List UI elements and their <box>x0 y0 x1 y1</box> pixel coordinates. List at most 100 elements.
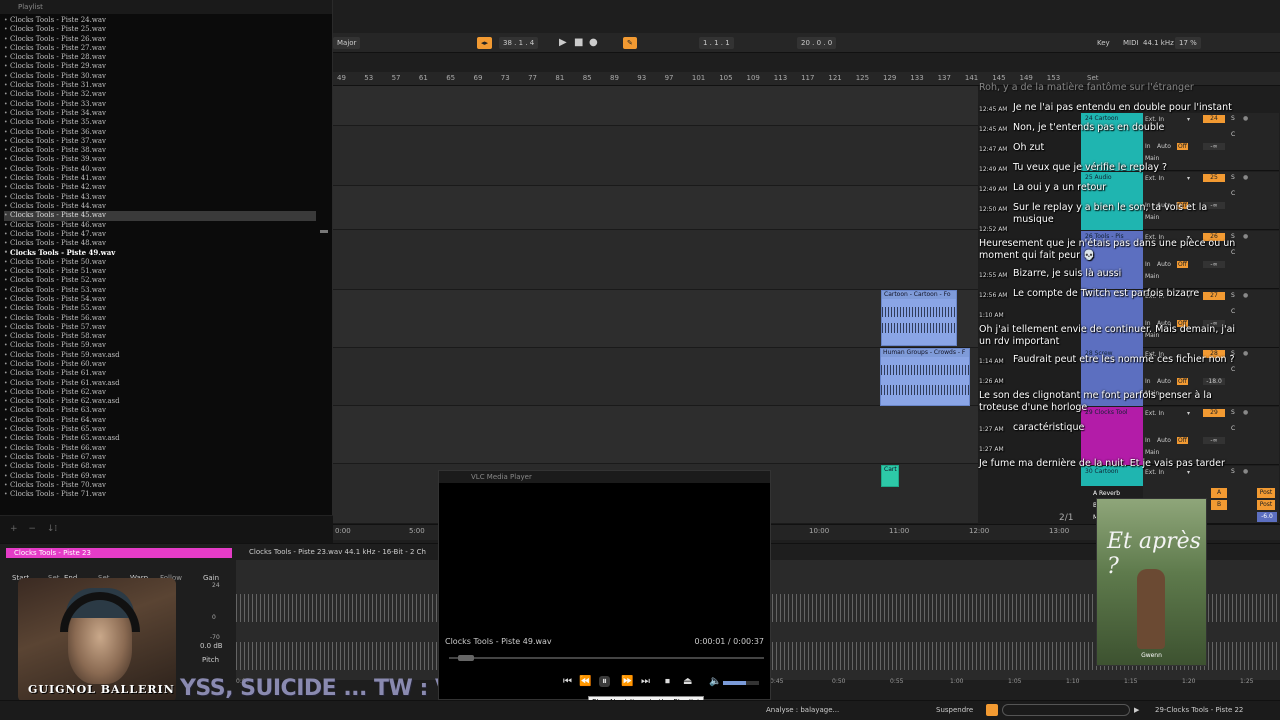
stop-icon[interactable]: ⏹ <box>665 676 670 687</box>
midi-map-button[interactable]: MIDI <box>1123 37 1139 49</box>
playlist-item[interactable]: Clocks Tools - Piste 59.wav.asd <box>4 351 316 361</box>
rewind-icon[interactable]: ⏪ <box>579 676 591 687</box>
gain-value[interactable]: 0.0 dB <box>200 642 223 650</box>
playlist-item[interactable]: Clocks Tools - Piste 61.wav.asd <box>4 379 316 389</box>
arm-icon[interactable]: ● <box>1243 115 1248 122</box>
playlist-item[interactable]: Clocks Tools - Piste 40.wav <box>4 165 316 175</box>
playlist-item[interactable]: Clocks Tools - Piste 70.wav <box>4 481 316 491</box>
stop-icon[interactable]: ■ <box>574 37 583 49</box>
track-lane[interactable] <box>333 230 978 290</box>
playlist-item[interactable]: Clocks Tools - Piste 64.wav <box>4 416 316 426</box>
input-type-select[interactable]: Ext. In <box>1145 175 1164 182</box>
loop-start-display[interactable]: 1 . 1 . 1 <box>699 37 734 49</box>
monitor-in-button[interactable]: In <box>1145 378 1151 385</box>
scale-select[interactable]: Major <box>333 37 361 49</box>
playlist-item[interactable]: Clocks Tools - Piste 48.wav <box>4 239 316 249</box>
playlist-item[interactable]: Clocks Tools - Piste 30.wav <box>4 72 316 82</box>
playlist-item[interactable]: Clocks Tools - Piste 47.wav <box>4 230 316 240</box>
monitor-auto-button[interactable]: Auto <box>1157 437 1171 444</box>
track-lane[interactable] <box>333 406 978 464</box>
playlist-item[interactable]: Clocks Tools - Piste 33.wav <box>4 100 316 110</box>
playlist-item[interactable]: Clocks Tools - Piste 62.wav.asd <box>4 397 316 407</box>
playlist-item[interactable]: Clocks Tools - Piste 26.wav <box>4 35 316 45</box>
playlist-item[interactable]: Clocks Tools - Piste 52.wav <box>4 276 316 286</box>
playlist-item[interactable]: Clocks Tools - Piste 57.wav <box>4 323 316 333</box>
automation-arm-icon[interactable]: ✎ <box>623 37 637 49</box>
clip-name[interactable]: Clocks Tools - Piste 23 <box>6 548 232 558</box>
playlist-item[interactable]: Clocks Tools - Piste 65.wav.asd <box>4 434 316 444</box>
monitor-off-button[interactable]: Off <box>1177 261 1188 268</box>
volume-value[interactable]: -∞ <box>1203 261 1225 268</box>
remove-icon[interactable]: − <box>28 524 36 534</box>
playlist-item[interactable]: Clocks Tools - Piste 44.wav <box>4 202 316 212</box>
playlist-item[interactable]: Clocks Tools - Piste 49.wav <box>4 248 316 258</box>
playlist-item[interactable]: Clocks Tools - Piste 35.wav <box>4 118 316 128</box>
playlist-item[interactable]: Clocks Tools - Piste 58.wav <box>4 332 316 342</box>
seek-bar[interactable] <box>449 655 764 661</box>
audio-clip[interactable]: Cartoon - Cartoon - Fo <box>881 290 957 346</box>
next-icon[interactable]: ⏭ <box>641 676 650 687</box>
metronome-icon[interactable]: ◂▸ <box>477 37 493 49</box>
monitor-in-button[interactable]: In <box>1145 261 1151 268</box>
track-color-block[interactable]: 29 Clocks Tool <box>1081 407 1143 465</box>
playlist-item[interactable]: Clocks Tools - Piste 29.wav <box>4 62 316 72</box>
playlist-item[interactable]: Clocks Tools - Piste 62.wav <box>4 388 316 398</box>
playlist-item[interactable]: Clocks Tools - Piste 31.wav <box>4 81 316 91</box>
playlist-item[interactable]: Clocks Tools - Piste 41.wav <box>4 174 316 184</box>
position-display[interactable]: 38 . 1 . 4 <box>499 37 539 49</box>
main-volume[interactable]: -6.0 <box>1257 512 1277 522</box>
playlist-item[interactable]: Clocks Tools - Piste 63.wav <box>4 406 316 416</box>
input-type-select[interactable]: Ext. In <box>1145 469 1164 476</box>
suspend-button[interactable]: Suspendre <box>936 706 973 714</box>
playlist-item[interactable]: Clocks Tools - Piste 59.wav <box>4 341 316 351</box>
volume-value[interactable]: -∞ <box>1203 437 1225 444</box>
playlist-item[interactable]: Clocks Tools - Piste 25.wav <box>4 25 316 35</box>
crossfade-button[interactable]: C <box>1231 308 1235 315</box>
playlist-item[interactable]: Clocks Tools - Piste 55.wav <box>4 304 316 314</box>
return-send-letter[interactable]: A <box>1211 488 1227 498</box>
audio-clip[interactable]: Cart <box>881 465 899 487</box>
crossfade-button[interactable]: C <box>1231 366 1235 373</box>
output-select[interactable]: Main <box>1145 449 1159 456</box>
playlist-item[interactable]: Clocks Tools - Piste 60.wav <box>4 360 316 370</box>
eject-icon[interactable]: ⏏ <box>683 676 692 687</box>
track-lane[interactable] <box>333 86 978 126</box>
volume-value[interactable]: -18.0 <box>1203 378 1225 385</box>
playlist-item[interactable]: Clocks Tools - Piste 38.wav <box>4 146 316 156</box>
playlist-item[interactable]: Clocks Tools - Piste 37.wav <box>4 137 316 147</box>
record-icon[interactable]: ● <box>589 37 598 49</box>
monitor-off-button[interactable]: Off <box>1177 437 1188 444</box>
playlist-item[interactable]: Clocks Tools - Piste 34.wav <box>4 109 316 119</box>
playlist-item[interactable]: Clocks Tools - Piste 54.wav <box>4 295 316 305</box>
add-icon[interactable]: + <box>10 524 18 534</box>
playlist-item[interactable]: Clocks Tools - Piste 69.wav <box>4 472 316 482</box>
playlist-item[interactable]: Clocks Tools - Piste 45.wav <box>4 211 316 221</box>
playlist-item[interactable]: Clocks Tools - Piste 65.wav <box>4 425 316 435</box>
playlist-item[interactable]: Clocks Tools - Piste 39.wav <box>4 155 316 165</box>
volume-icon[interactable]: 🔈 <box>709 676 721 687</box>
playlist-item[interactable]: Clocks Tools - Piste 27.wav <box>4 44 316 54</box>
track-lane[interactable] <box>333 126 978 186</box>
arm-icon[interactable]: ● <box>1243 174 1248 181</box>
playlist-item[interactable]: Clocks Tools - Piste 43.wav <box>4 193 316 203</box>
solo-button[interactable]: S <box>1231 174 1235 181</box>
monitor-auto-button[interactable]: Auto <box>1157 378 1171 385</box>
playlist-item[interactable]: Clocks Tools - Piste 53.wav <box>4 286 316 296</box>
chevron-down-icon[interactable]: ▾ <box>1187 469 1190 476</box>
return-send-letter[interactable]: B <box>1211 500 1227 510</box>
play-icon[interactable]: ▶ <box>559 37 567 49</box>
playlist-item[interactable]: Clocks Tools - Piste 56.wav <box>4 314 316 324</box>
audio-clip[interactable]: Human Groups - Crowds - F <box>880 348 970 406</box>
chevron-down-icon[interactable]: ▾ <box>1187 175 1190 182</box>
monitor-auto-button[interactable]: Auto <box>1157 261 1171 268</box>
playlist-item[interactable]: Clocks Tools - Piste 66.wav <box>4 444 316 454</box>
playlist-item[interactable]: Clocks Tools - Piste 51.wav <box>4 267 316 277</box>
track-number[interactable]: 25 <box>1203 174 1225 182</box>
track-lane[interactable] <box>333 186 978 230</box>
playlist-scrollbar[interactable] <box>320 230 328 233</box>
post-fader-toggle[interactable]: Post <box>1257 488 1275 498</box>
monitor-in-button[interactable]: In <box>1145 437 1151 444</box>
playlist-item[interactable]: Clocks Tools - Piste 67.wav <box>4 453 316 463</box>
loop-length-display[interactable]: 20 . 0 . 0 <box>797 37 837 49</box>
post-fader-toggle[interactable]: Post <box>1257 500 1275 510</box>
